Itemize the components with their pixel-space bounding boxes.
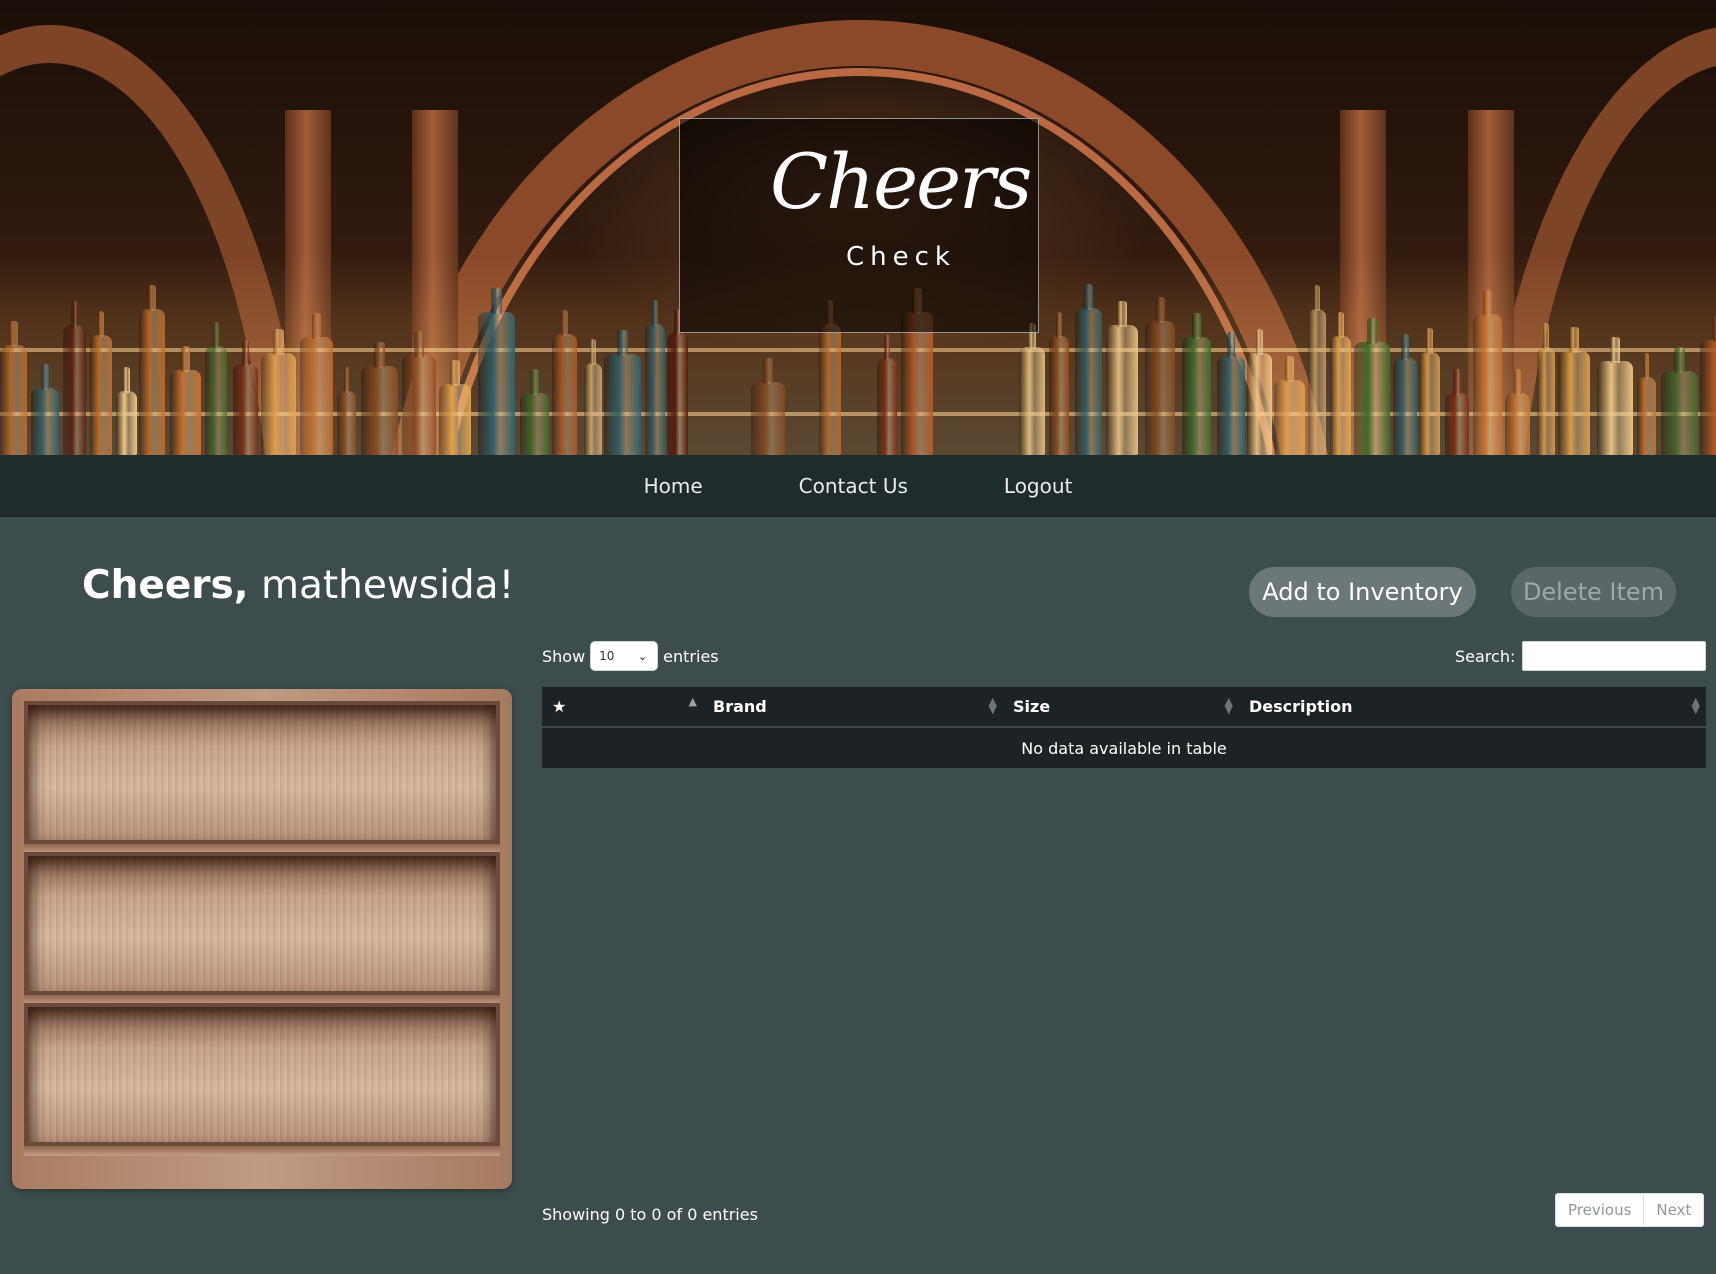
bottle-decoration [1661,347,1698,455]
chevron-down-icon: ⌄ [637,649,648,663]
bottle-decoration [1106,301,1138,455]
previous-page-button[interactable]: Previous [1556,1194,1644,1226]
hero-banner: Cheers Check [0,0,1716,455]
main-nav: Home Contact Us Logout [0,455,1716,517]
bottle-decoration [116,367,137,455]
column-header-star[interactable]: ★ ▲ [542,687,703,727]
sort-icon: ▲ [688,695,697,708]
bottle-decoration [1537,323,1555,455]
shelf-compartment [24,701,500,854]
bottle-decoration [31,364,59,455]
entries-label: entries [663,646,719,666]
bookshelf-illustration [12,689,512,1189]
empty-table-message: No data available in table [1021,738,1227,758]
bottle-decoration [1049,312,1069,455]
bottle-decoration [667,309,688,455]
greeting-username: mathewsida! [260,563,515,608]
bottle-decoration [645,300,665,455]
inventory-table: ★ ▲ Brand ▲ ▼ Size ▲ ▼ Description ▲ ▼ No d… [542,687,1706,768]
bottle-decoration [361,342,398,455]
star-icon: ★ [552,697,567,716]
sort-icon: ▲ ▼ [988,695,997,716]
bottle-decoration [1393,334,1417,455]
table-search: Search: [1455,641,1707,671]
bottle-decoration [261,329,296,455]
bottle-decoration [1308,285,1326,455]
nav-home-link[interactable]: Home [644,474,703,498]
bottle-decoration [1145,297,1175,455]
page-greeting: Cheers, mathewsida! [82,563,514,608]
bottle-decoration [233,340,258,455]
bottle-decoration [1473,290,1502,455]
bottle-decoration [0,321,27,455]
bottle-decoration [1019,323,1045,455]
delete-item-button[interactable]: Delete Item [1511,567,1676,617]
bottle-decoration [205,322,227,455]
nav-contact-link[interactable]: Contact Us [799,474,908,498]
bottle-decoration [1247,329,1272,455]
bottle-decoration [63,301,86,455]
pagination: Previous Next [1555,1193,1705,1227]
sort-icon: ▲ ▼ [1224,695,1233,716]
bottle-decoration [1075,284,1102,455]
show-label: Show [542,646,586,666]
bottle-decoration [337,367,356,455]
greeting-prefix: Cheers, [82,563,249,608]
bottle-decoration [584,339,602,455]
nav-logout-link[interactable]: Logout [1004,474,1072,498]
table-info: Showing 0 to 0 of 0 entries [542,1205,758,1224]
column-header-label: Description [1249,697,1353,716]
bottle-decoration [1182,313,1211,455]
bottle-decoration [139,285,165,455]
bottle-decoration [604,330,641,455]
bottle-decoration [170,346,201,455]
logo-sub-text: Check [846,242,956,272]
bottle-decoration [877,334,897,455]
bottle-decoration [478,288,515,455]
bottle-decoration [552,310,577,455]
table-header-row: ★ ▲ Brand ▲ ▼ Size ▲ ▼ Description ▲ ▼ [542,687,1706,727]
bottle-decoration [1354,318,1390,455]
next-page-button[interactable]: Next [1643,1194,1704,1226]
logo-script-text: Cheers [770,137,1032,226]
shelf-compartment [24,1003,500,1156]
entries-select[interactable]: 10 ⌄ [590,641,659,671]
search-input[interactable] [1522,641,1707,671]
bottle-decoration [1217,332,1245,455]
search-label: Search: [1455,646,1516,666]
bottle-decoration [1558,327,1590,455]
bottle-decoration [1419,328,1440,455]
bottle-decoration [1597,337,1633,455]
bottle-decoration [1330,312,1351,455]
add-to-inventory-button[interactable]: Add to Inventory [1249,567,1476,617]
column-header-label: Brand [713,697,767,716]
bottle-decoration [901,288,933,455]
bottle-decoration [1505,369,1530,455]
table-empty-row: No data available in table [542,727,1706,768]
bottle-decoration [819,300,841,455]
bottle-decoration [1445,369,1469,455]
site-logo[interactable]: Cheers Check [679,118,1039,333]
entries-length-control: Show 10 ⌄ entries [542,641,719,671]
bottle-decoration [1637,353,1656,455]
column-header-size[interactable]: Size ▲ ▼ [1003,687,1239,727]
column-header-brand[interactable]: Brand ▲ ▼ [703,687,1003,727]
shelf-compartment [24,852,500,1005]
bottle-decoration [90,311,112,455]
bottle-decoration [1274,356,1305,455]
bottle-decoration [300,313,333,455]
entries-select-value: 10 [599,649,615,663]
bottle-decoration [520,369,549,455]
bottle-decoration [751,358,785,455]
column-header-label: Size [1013,697,1051,716]
column-header-description[interactable]: Description ▲ ▼ [1239,687,1706,727]
bottle-decoration [439,360,471,455]
sort-icon: ▲ ▼ [1691,695,1700,716]
bottle-decoration [1700,316,1716,455]
bottle-decoration [402,331,436,455]
